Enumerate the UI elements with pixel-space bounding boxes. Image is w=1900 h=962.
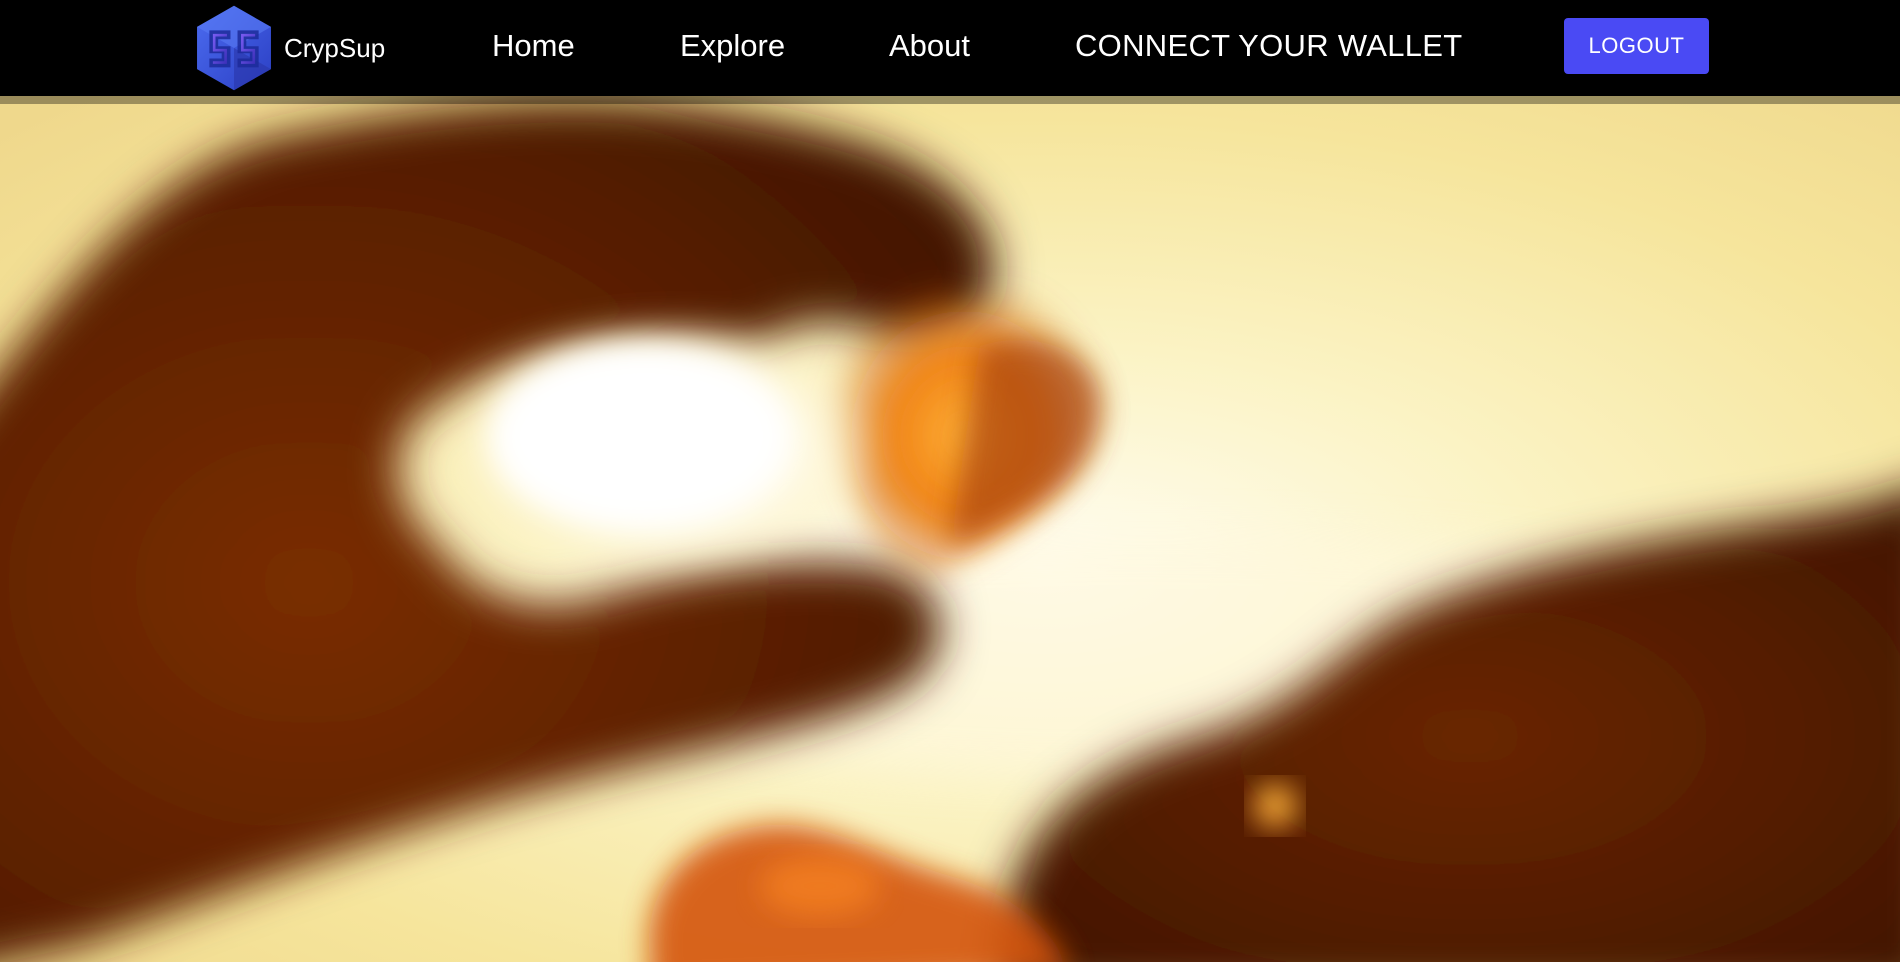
logout-button[interactable]: LOGOUT [1564, 18, 1709, 74]
top-navbar: CrypSup Home Explore About CONNECT YOUR … [0, 0, 1900, 96]
nav-about-link[interactable]: About [889, 0, 970, 92]
brand-name: CrypSup [284, 32, 386, 63]
brand-home-link[interactable]: CrypSup [190, 0, 385, 96]
crypsup-logo-icon [197, 5, 271, 91]
nav-home-link[interactable]: Home [492, 0, 575, 92]
hero-banner [0, 96, 1900, 962]
nav-explore-link[interactable]: Explore [680, 0, 785, 92]
heart-hands-sunset-image [0, 96, 1900, 962]
nav-connect-wallet-link[interactable]: CONNECT YOUR WALLET [1075, 0, 1463, 92]
